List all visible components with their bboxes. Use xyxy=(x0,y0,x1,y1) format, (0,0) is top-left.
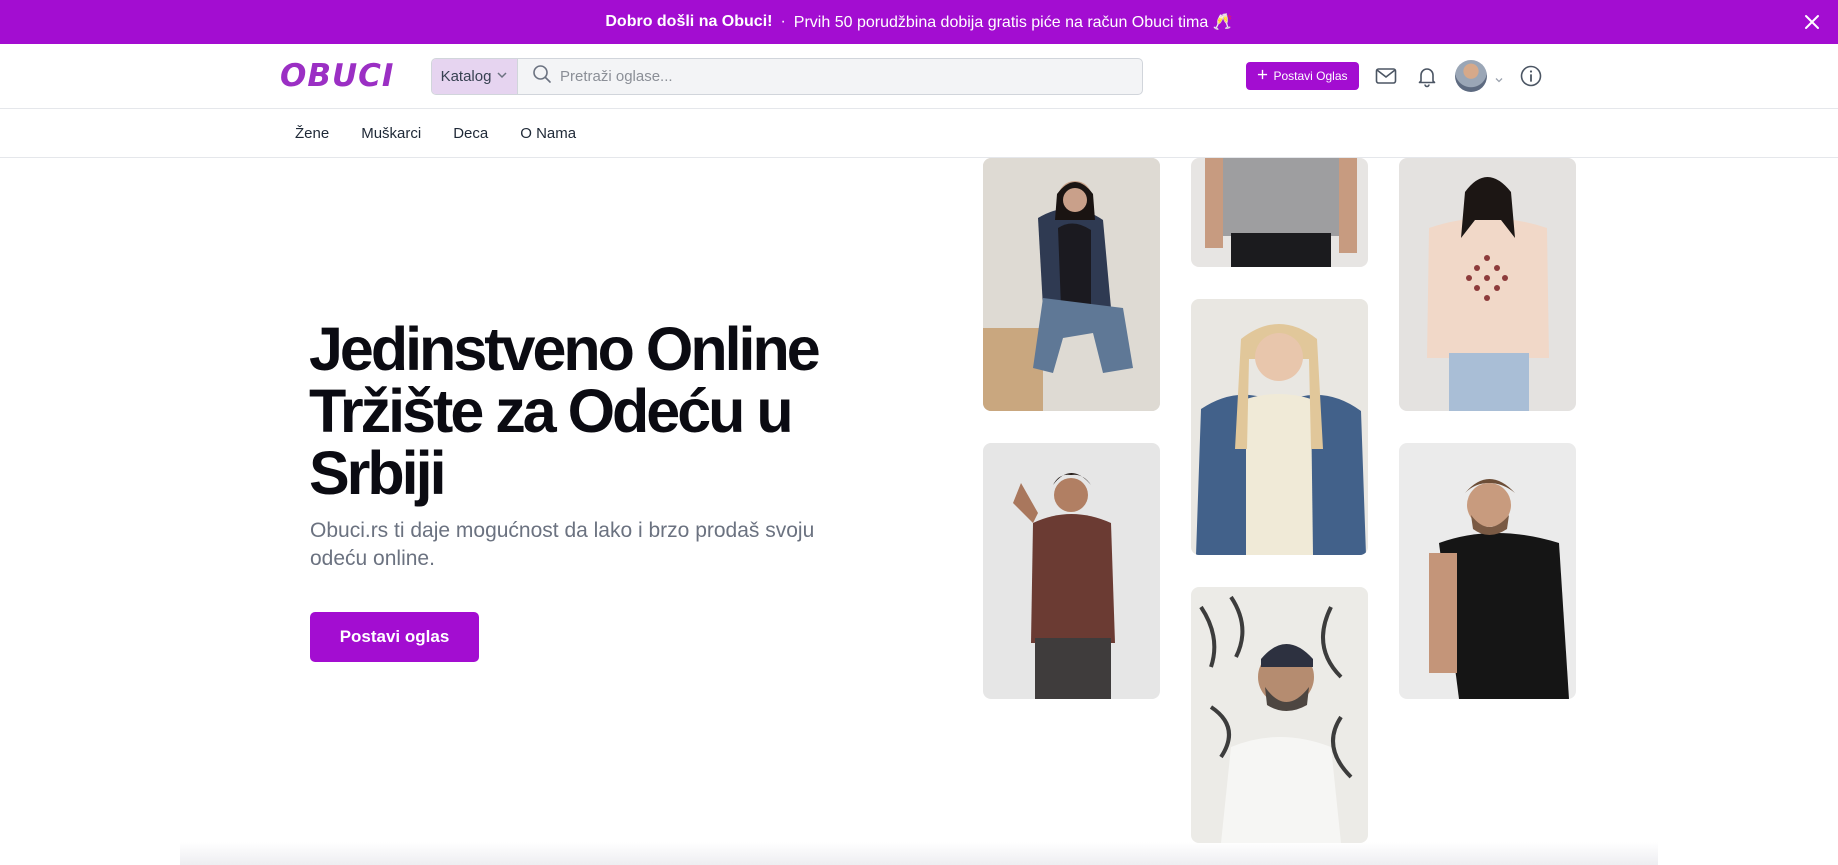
nav-item-deca[interactable]: Deca xyxy=(453,125,488,142)
banner-promo: Prvih 50 porudžbina dobija gratis piće n… xyxy=(793,14,1233,31)
search-icon xyxy=(532,64,552,89)
photo-man-black-tshirt xyxy=(1399,443,1576,699)
photo-gray-tshirt xyxy=(1191,158,1368,267)
post-ad-cta-button[interactable]: Postavi oglas xyxy=(310,612,479,662)
info-icon[interactable] xyxy=(1519,64,1543,88)
mail-icon[interactable] xyxy=(1374,64,1398,88)
logo[interactable]: OBUCI xyxy=(280,58,394,94)
banner-separator: · xyxy=(780,13,786,30)
photo-woman-denim-jacket xyxy=(983,158,1160,411)
nav-item-muskarci[interactable]: Muškarci xyxy=(361,125,421,142)
catalog-label: Katalog xyxy=(440,68,492,85)
chevron-down-icon xyxy=(496,68,508,85)
announcement-banner: Dobro došli na Obuci! · Prvih 50 porudžb… xyxy=(0,0,1838,44)
bell-icon[interactable] xyxy=(1415,64,1439,88)
photo-woman-cream-tshirt xyxy=(1191,299,1368,555)
banner-welcome: Dobro došli na Obuci! xyxy=(605,13,773,30)
photo-man-brown-tshirt xyxy=(983,443,1160,699)
close-icon[interactable] xyxy=(1802,12,1822,32)
hero-subtitle: Obuci.rs ti daje mogućnost da lako i brz… xyxy=(310,519,815,570)
hero-title: Jedinstveno Online Tržište za Odeću u Sr… xyxy=(309,315,821,507)
search-bar: Katalog xyxy=(431,58,1143,95)
avatar[interactable] xyxy=(1455,60,1487,92)
nav-item-o-nama[interactable]: O Nama xyxy=(520,125,576,142)
catalog-dropdown[interactable]: Katalog xyxy=(432,59,518,94)
bottom-shadow xyxy=(180,842,1658,865)
top-header: OBUCI Katalog Postavi Oglas xyxy=(0,44,1838,109)
post-ad-label: Postavi Oglas xyxy=(1273,69,1348,83)
nav-item-zene[interactable]: Žene xyxy=(295,125,329,142)
plus-icon xyxy=(1257,69,1268,83)
chevron-down-icon[interactable] xyxy=(1494,72,1504,83)
search-input[interactable] xyxy=(560,68,1142,85)
photo-man-beanie-white-tshirt xyxy=(1191,587,1368,843)
post-ad-button[interactable]: Postavi Oglas xyxy=(1246,62,1359,90)
category-nav: Žene Muškarci Deca O Nama xyxy=(0,110,1838,158)
photo-woman-peach-tshirt xyxy=(1399,158,1576,411)
search-field xyxy=(518,59,1142,94)
